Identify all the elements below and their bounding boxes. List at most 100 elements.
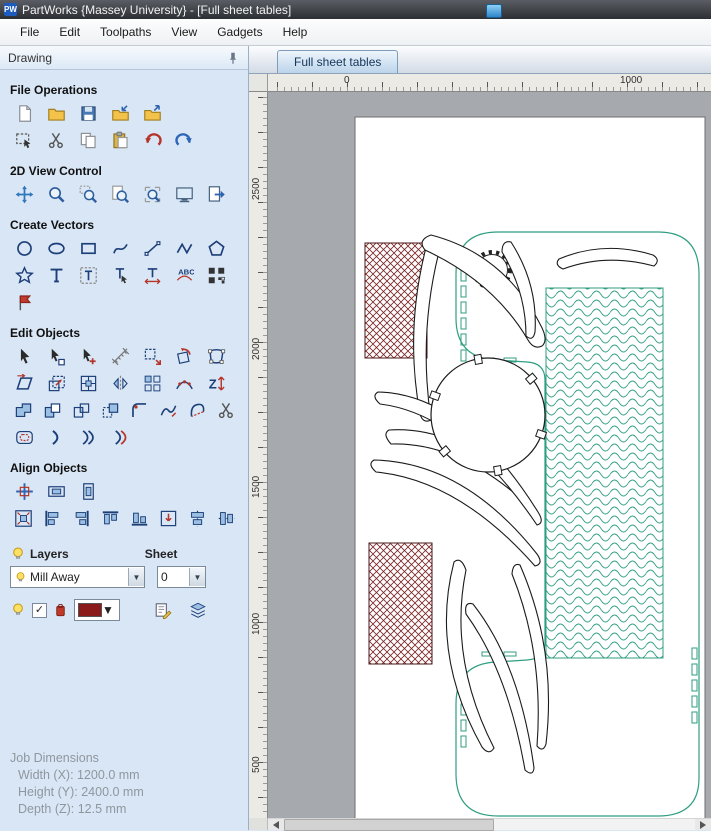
draw-line-button[interactable] bbox=[138, 235, 167, 261]
draw-ellipse-button[interactable] bbox=[42, 235, 71, 261]
redo-button[interactable] bbox=[170, 127, 199, 153]
paste-along-curve-button[interactable] bbox=[170, 370, 199, 396]
select-tool-button[interactable] bbox=[10, 343, 39, 369]
flip-diagonal-button[interactable] bbox=[106, 424, 135, 450]
tab-full-sheet-tables[interactable]: Full sheet tables bbox=[277, 50, 399, 73]
undo-button[interactable] bbox=[138, 127, 167, 153]
switch-view-button[interactable] bbox=[202, 181, 231, 207]
layer-active-checkbox[interactable]: ✓ bbox=[32, 602, 47, 618]
ruler-v-label-1500: 1500 bbox=[251, 475, 262, 498]
open-file-button[interactable] bbox=[42, 100, 71, 126]
menu-file[interactable]: File bbox=[10, 21, 49, 43]
drawing-canvas[interactable] bbox=[268, 92, 711, 818]
align-left-button[interactable] bbox=[39, 505, 65, 531]
draw-datamatrix-button[interactable] bbox=[202, 262, 231, 288]
menu-toolpaths[interactable]: Toolpaths bbox=[90, 21, 161, 43]
draw-polyline-button[interactable] bbox=[106, 235, 135, 261]
quick-select-button[interactable] bbox=[74, 343, 103, 369]
layer-select[interactable]: Mill Away ▼ bbox=[10, 566, 145, 588]
scale-object-button[interactable] bbox=[42, 370, 71, 396]
align-middle-v-button[interactable] bbox=[74, 478, 103, 504]
align-center-button[interactable] bbox=[10, 478, 39, 504]
align-to-sheet-button[interactable] bbox=[10, 505, 36, 531]
layer-select-arrow-icon[interactable]: ▼ bbox=[128, 568, 144, 586]
layer-color-select[interactable]: ▼ bbox=[74, 599, 120, 621]
layer-visibility-bulb-icon[interactable] bbox=[10, 602, 26, 618]
text-box-button[interactable] bbox=[74, 262, 103, 288]
section-view-control: 2D View Control bbox=[10, 164, 102, 178]
menu-gadgets[interactable]: Gadgets bbox=[207, 21, 272, 43]
draw-star-button[interactable] bbox=[10, 262, 39, 288]
horizontal-scrollbar[interactable] bbox=[268, 818, 711, 831]
subtract-vectors-button[interactable] bbox=[39, 397, 65, 423]
zoom-box-button[interactable] bbox=[74, 181, 103, 207]
sheet-select-arrow-icon[interactable]: ▼ bbox=[189, 568, 205, 586]
menu-edit[interactable]: Edit bbox=[49, 21, 90, 43]
layer-lock-icon[interactable] bbox=[53, 603, 68, 618]
zoom-selected-button[interactable] bbox=[138, 181, 167, 207]
mirror-object-button[interactable] bbox=[106, 370, 135, 396]
flip-horizontal-button[interactable] bbox=[42, 424, 71, 450]
edit-layers-button[interactable] bbox=[148, 597, 177, 623]
keep-overlap-button[interactable] bbox=[97, 397, 123, 423]
job-width: Width (X): 1200.0 mm bbox=[18, 768, 140, 782]
flip-vertical-button[interactable] bbox=[74, 424, 103, 450]
new-file-button[interactable] bbox=[10, 100, 39, 126]
curve-fit-button[interactable] bbox=[156, 397, 182, 423]
align-center-v-button[interactable] bbox=[214, 505, 240, 531]
draw-polygon-button[interactable] bbox=[202, 235, 231, 261]
export-vectors-button[interactable] bbox=[138, 100, 167, 126]
trim-vectors-button[interactable] bbox=[68, 397, 94, 423]
layers-label: Layers bbox=[30, 547, 69, 561]
cut-button[interactable] bbox=[42, 127, 71, 153]
zoom-drawing-button[interactable] bbox=[106, 181, 135, 207]
scroll-right-button[interactable] bbox=[695, 819, 711, 830]
shear-object-button[interactable] bbox=[10, 370, 39, 396]
sheet-select[interactable]: 0 ▼ bbox=[157, 566, 206, 588]
fillet-tool-button[interactable] bbox=[127, 397, 153, 423]
draw-text-button[interactable] bbox=[42, 262, 71, 288]
align-top-button[interactable] bbox=[97, 505, 123, 531]
array-copy-button[interactable] bbox=[138, 370, 167, 396]
scroll-left-button[interactable] bbox=[268, 819, 284, 830]
draw-circle-button[interactable] bbox=[10, 235, 39, 261]
menu-view[interactable]: View bbox=[161, 21, 207, 43]
measure-tool-button[interactable] bbox=[106, 343, 135, 369]
align-center-h-button[interactable] bbox=[185, 505, 211, 531]
draw-rectangle-button[interactable] bbox=[74, 235, 103, 261]
redo-icon bbox=[175, 132, 192, 146]
move-selection-button[interactable] bbox=[138, 343, 167, 369]
copy-button[interactable] bbox=[74, 127, 103, 153]
import-vectors-button[interactable] bbox=[106, 100, 135, 126]
distort-object-button[interactable] bbox=[202, 343, 231, 369]
offset-vectors-button[interactable] bbox=[10, 424, 39, 450]
node-edit-button[interactable] bbox=[42, 343, 71, 369]
text-kerning-button[interactable] bbox=[138, 262, 167, 288]
select-marquee-button[interactable] bbox=[10, 127, 39, 153]
zoom-sheet-button[interactable] bbox=[170, 181, 199, 207]
pin-icon[interactable] bbox=[226, 51, 240, 65]
layer-color-arrow-icon[interactable]: ▼ bbox=[102, 603, 114, 617]
draw-curve-button[interactable] bbox=[170, 235, 199, 261]
text-on-curve-button[interactable]: ABC bbox=[170, 262, 199, 288]
zoom-interactive-button[interactable] bbox=[42, 181, 71, 207]
hinge-panel-part[interactable] bbox=[545, 287, 664, 659]
paste-button[interactable] bbox=[106, 127, 135, 153]
align-bottom-button[interactable] bbox=[127, 505, 153, 531]
center-in-sheet-button[interactable] bbox=[74, 370, 103, 396]
weld-vectors-button[interactable] bbox=[10, 397, 36, 423]
menu-help[interactable]: Help bbox=[273, 21, 318, 43]
layer-stack-button[interactable] bbox=[183, 597, 212, 623]
rotate-selection-button[interactable] bbox=[170, 343, 199, 369]
snip-vectors-button[interactable] bbox=[214, 397, 240, 423]
text-select-button[interactable] bbox=[106, 262, 135, 288]
align-right-button[interactable] bbox=[68, 505, 94, 531]
dimension-flag-button[interactable] bbox=[10, 289, 39, 315]
z-move-button[interactable]: Z bbox=[202, 370, 231, 396]
align-middle-h-button[interactable] bbox=[42, 478, 71, 504]
pan-view-button[interactable] bbox=[10, 181, 39, 207]
hatch-panel-2-part[interactable] bbox=[368, 542, 433, 665]
align-stack-button[interactable] bbox=[156, 505, 182, 531]
join-vectors-button[interactable] bbox=[185, 397, 211, 423]
save-file-button[interactable] bbox=[74, 100, 103, 126]
